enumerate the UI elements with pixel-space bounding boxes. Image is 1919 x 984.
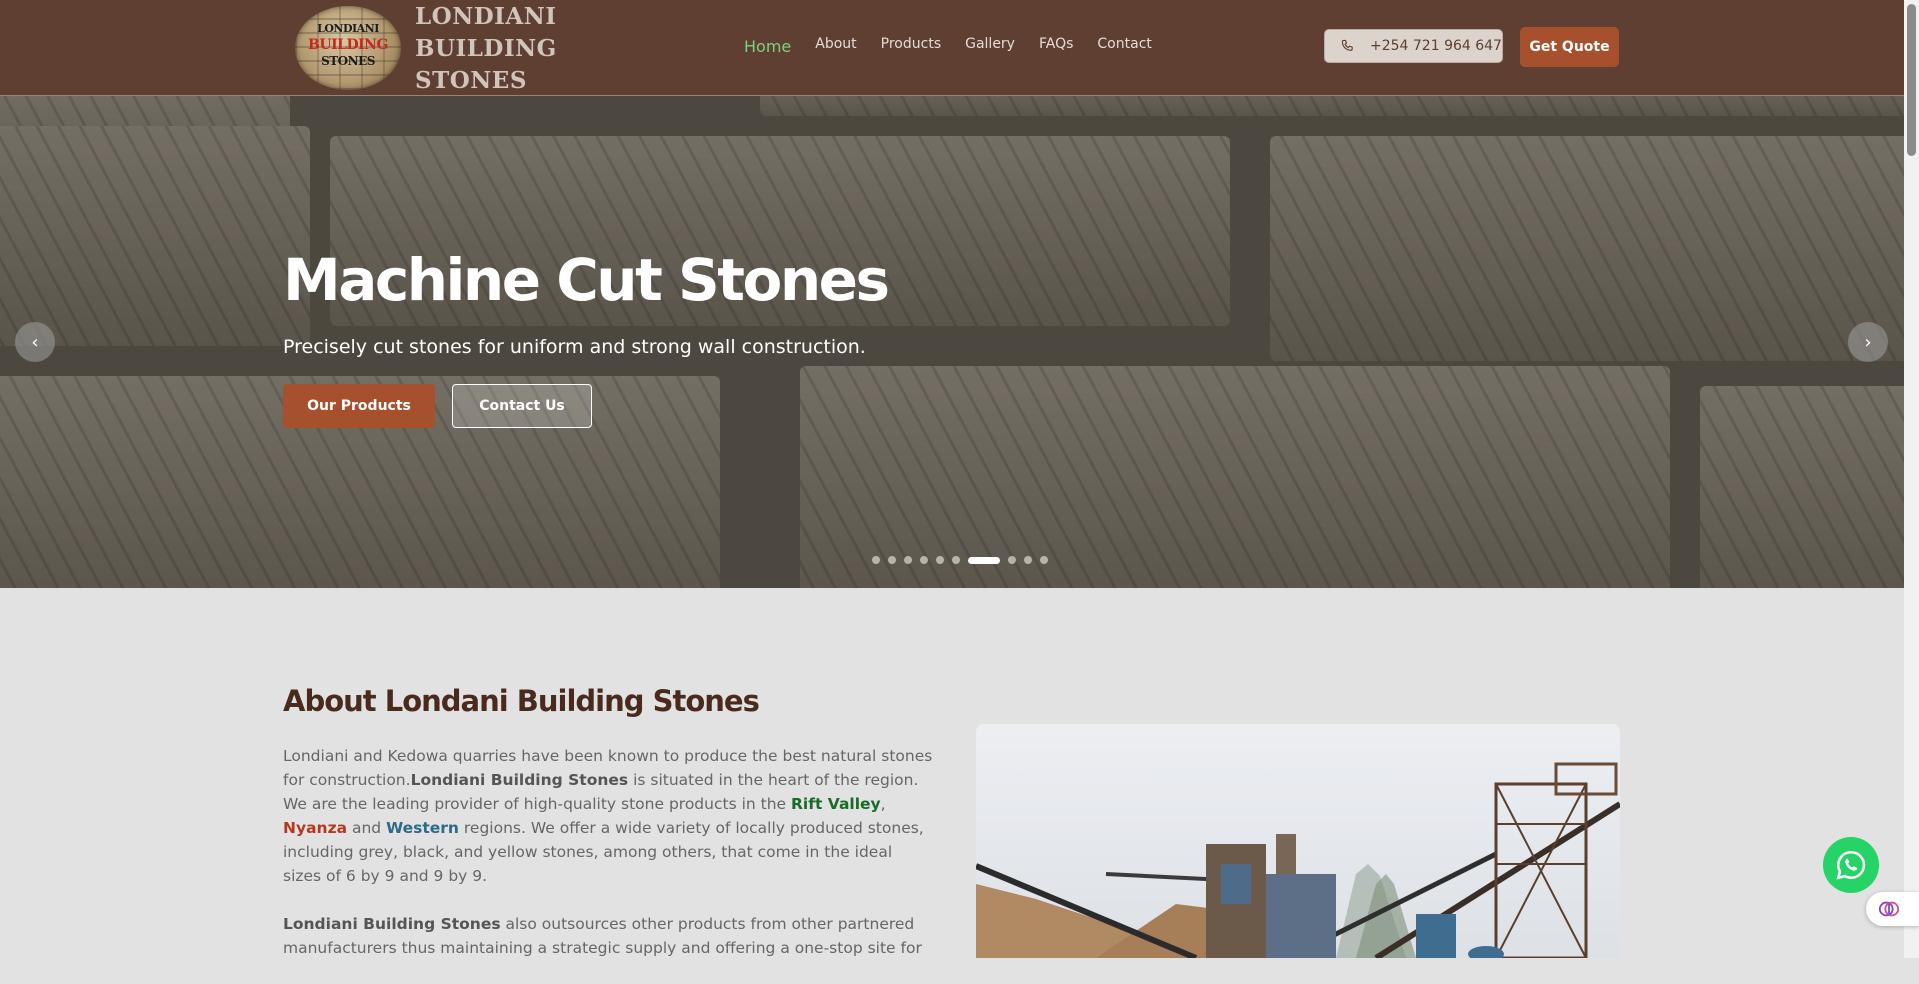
nav-about[interactable]: About	[815, 36, 856, 56]
carousel-dot-6[interactable]	[952, 556, 960, 564]
brand-name-line3: STONES	[415, 67, 527, 94]
logo-badge[interactable]: LONDIANI BUILDING STONES	[295, 6, 401, 90]
carousel-dot-1[interactable]	[872, 556, 880, 564]
phone-icon	[1341, 39, 1353, 51]
carousel-dot-8[interactable]	[1008, 556, 1016, 564]
chevron-right-icon: ›	[1864, 331, 1872, 353]
quarry-illustration	[976, 724, 1620, 958]
region-rift-valley: Rift Valley	[791, 795, 881, 813]
whatsapp-button[interactable]	[1823, 837, 1879, 893]
brand-name-line1: LONDIANI	[415, 3, 557, 30]
nav-products[interactable]: Products	[881, 36, 941, 56]
nav-contact[interactable]: Contact	[1097, 36, 1151, 56]
get-quote-button[interactable]: Get Quote	[1520, 27, 1619, 67]
about-text: Londiani and Kedowa quarries have been k…	[283, 744, 935, 984]
logo-badge-line1: LONDIANI	[317, 22, 379, 35]
phone-button[interactable]: +254 721 964 647	[1324, 29, 1503, 63]
carousel-dot-2[interactable]	[888, 556, 896, 564]
nav-gallery[interactable]: Gallery	[965, 36, 1015, 56]
about-paragraph-2: Londiani Building Stones also outsources…	[283, 915, 922, 957]
site-header: LONDIANI BUILDING STONES LONDIANI BUILDI…	[0, 0, 1904, 96]
chevron-left-icon: ‹	[31, 331, 39, 353]
whatsapp-icon	[1836, 850, 1866, 880]
about-heading: About Londani Building Stones	[283, 684, 760, 718]
our-products-button[interactable]: Our Products	[283, 384, 435, 428]
brain-icon	[1878, 901, 1900, 917]
carousel-dot-10[interactable]	[1040, 556, 1048, 564]
carousel-prev-button[interactable]: ‹	[15, 322, 55, 362]
region-nyanza: Nyanza	[283, 819, 348, 837]
nav-faqs[interactable]: FAQs	[1039, 36, 1073, 56]
main-nav: Home About Products Gallery FAQs Contact	[744, 36, 1176, 56]
about-paragraph-1: Londiani and Kedowa quarries have been k…	[283, 747, 933, 885]
brand-name-line2: BUILDING	[415, 35, 557, 62]
contact-us-button[interactable]: Contact Us	[452, 384, 592, 428]
hero-title: Machine Cut Stones	[283, 246, 890, 314]
carousel-dot-5[interactable]	[936, 556, 944, 564]
carousel-indicators	[872, 556, 1056, 564]
quarry-image	[976, 724, 1620, 958]
region-western: Western	[386, 819, 459, 837]
scrollbar-thumb[interactable]	[1907, 4, 1916, 156]
nav-home[interactable]: Home	[744, 37, 791, 56]
carousel-dot-7[interactable]	[968, 556, 1000, 564]
carousel-dot-3[interactable]	[904, 556, 912, 564]
phone-number: +254 721 964 647	[1370, 38, 1502, 54]
hero-subtitle: Precisely cut stones for uniform and str…	[283, 336, 866, 358]
hero-carousel: Machine Cut Stones Precisely cut stones …	[0, 96, 1904, 588]
brand-name[interactable]: LONDIANI BUILDING STONES	[415, 1, 595, 97]
carousel-dot-9[interactable]	[1024, 556, 1032, 564]
assistant-button[interactable]	[1866, 892, 1919, 926]
logo-badge-line2: BUILDING	[308, 37, 388, 53]
carousel-dot-4[interactable]	[920, 556, 928, 564]
logo-badge-line3: STONES	[321, 54, 375, 68]
carousel-next-button[interactable]: ›	[1848, 322, 1888, 362]
page-scrollbar[interactable]	[1904, 0, 1919, 958]
